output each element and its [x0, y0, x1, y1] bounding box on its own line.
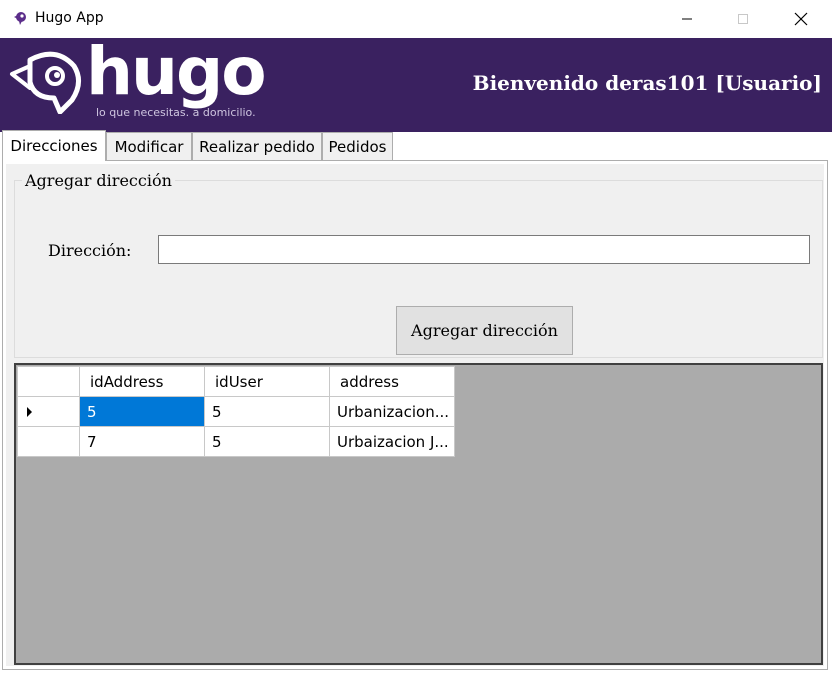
app-window: Hugo App hugo lo que necesitas. a domici… — [0, 0, 832, 679]
tab-direcciones[interactable]: Direcciones — [2, 130, 106, 161]
minimize-button[interactable] — [664, 0, 710, 38]
window-title: Hugo App — [35, 10, 104, 26]
close-icon — [794, 12, 808, 26]
address-input[interactable] — [158, 235, 810, 264]
column-header-address[interactable]: address — [329, 366, 455, 397]
row-header[interactable] — [17, 426, 80, 457]
current-row-arrow-icon — [27, 407, 32, 417]
column-header-idaddress[interactable]: idAddress — [79, 366, 205, 397]
grid-corner-header[interactable] — [17, 366, 80, 397]
add-address-button[interactable]: Agregar dirección — [396, 306, 573, 355]
cell-address[interactable]: Urbanizacion... — [329, 396, 455, 427]
add-address-group: Dirección: Agregar dirección — [14, 180, 823, 358]
header-banner: hugo lo que necesitas. a domicilio. Bien… — [0, 33, 832, 132]
tab-panel-direcciones: Dirección: Agregar dirección Agregar dir… — [2, 160, 828, 670]
addresses-table: idAddress idUser address 5 5 Urbanizacio… — [17, 366, 455, 457]
column-header-iduser[interactable]: idUser — [204, 366, 330, 397]
tab-modificar[interactable]: Modificar — [106, 132, 192, 160]
addresses-grid[interactable]: idAddress idUser address 5 5 Urbanizacio… — [14, 363, 823, 665]
minimize-icon — [682, 18, 692, 20]
row-header-current[interactable] — [17, 396, 80, 427]
tab-realizar-pedido[interactable]: Realizar pedido — [192, 132, 322, 160]
table-row[interactable]: 7 5 Urbaizacion J... — [17, 426, 455, 457]
grid-header-row: idAddress idUser address — [17, 366, 455, 397]
welcome-message: Bienvenido deras101 [Usuario] — [472, 71, 822, 95]
cell-iduser[interactable]: 5 — [204, 396, 330, 427]
logo-tagline: lo que necesitas. a domicilio. — [96, 106, 256, 119]
add-address-group-title: Agregar dirección — [22, 171, 175, 190]
maximize-icon — [738, 14, 748, 24]
cell-address[interactable]: Urbaizacion J... — [329, 426, 455, 457]
maximize-button[interactable] — [720, 0, 766, 38]
hugo-logo-text: hugo — [86, 33, 267, 110]
cell-iduser[interactable]: 5 — [204, 426, 330, 457]
app-bird-icon — [14, 12, 26, 25]
hugo-bird-logo-icon — [10, 51, 81, 114]
tab-pedidos[interactable]: Pedidos — [322, 132, 393, 160]
table-row[interactable]: 5 5 Urbanizacion... — [17, 396, 455, 427]
cell-idaddress[interactable]: 5 — [79, 396, 205, 427]
close-button[interactable] — [778, 0, 824, 38]
address-field-label: Dirección: — [48, 241, 132, 260]
panel-body: Dirección: Agregar dirección Agregar dir… — [6, 164, 824, 666]
cell-idaddress[interactable]: 7 — [79, 426, 205, 457]
